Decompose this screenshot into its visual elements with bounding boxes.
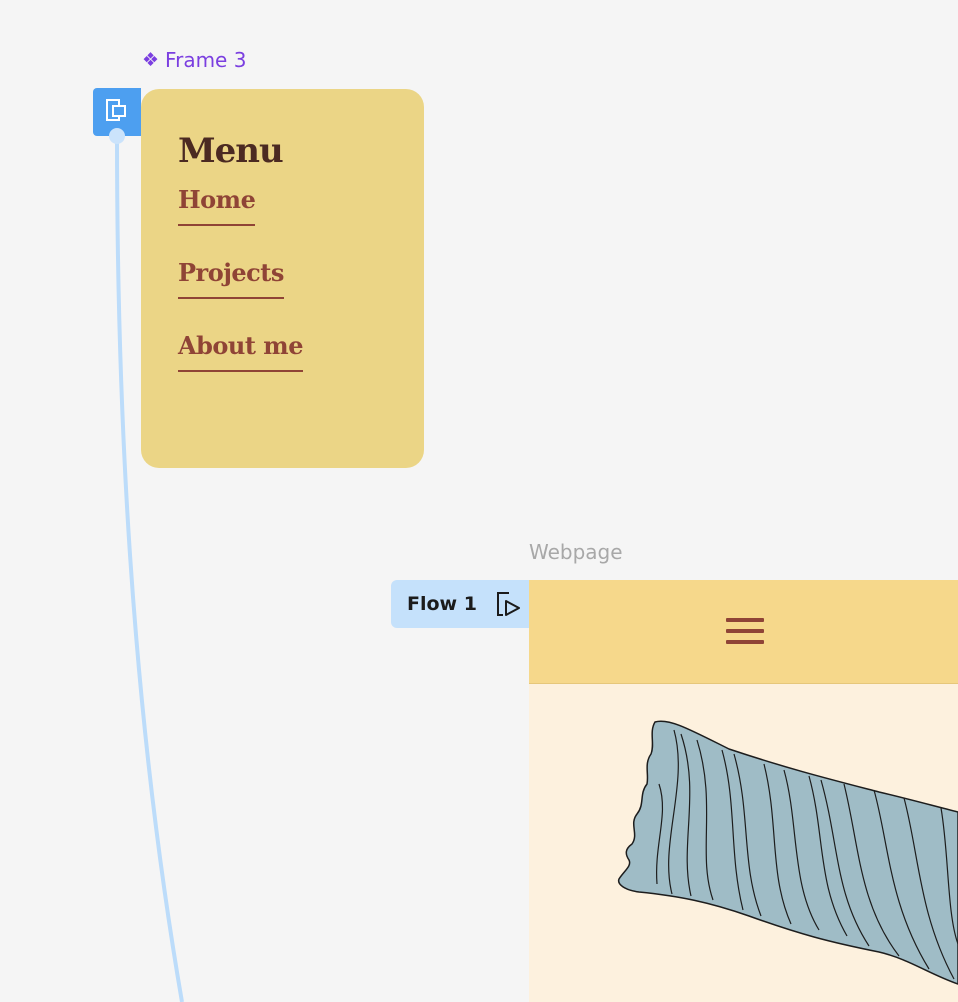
frame-3-label[interactable]: ❖ Frame 3	[142, 48, 246, 72]
webpage-frame[interactable]	[529, 580, 958, 1002]
prototype-start-icon	[106, 99, 126, 121]
flow-label: Flow 1	[407, 593, 477, 615]
menu-link-about[interactable]: About me	[178, 331, 303, 372]
flow-1-tab[interactable]: Flow 1	[391, 580, 529, 628]
connector-start-dot[interactable]	[109, 128, 125, 144]
webpage-header	[529, 580, 958, 684]
hamburger-icon[interactable]	[725, 617, 764, 646]
menu-link-projects[interactable]: Projects	[178, 258, 284, 299]
menu-item-home[interactable]: Home	[178, 185, 387, 226]
frame-3-name: Frame 3	[165, 48, 247, 72]
play-frame-icon[interactable]	[495, 590, 523, 618]
menu-frame[interactable]: Menu Home Projects About me	[141, 89, 424, 468]
webpage-frame-label[interactable]: Webpage	[529, 540, 623, 564]
menu-item-about[interactable]: About me	[178, 331, 387, 372]
menu-item-projects[interactable]: Projects	[178, 258, 387, 299]
menu-link-home[interactable]: Home	[178, 185, 256, 226]
design-canvas[interactable]: ❖ Frame 3 Menu Home Projects About me We…	[0, 0, 958, 1002]
wood-log-illustration	[617, 720, 958, 985]
menu-title: Menu	[178, 131, 284, 171]
component-icon: ❖	[142, 48, 160, 71]
